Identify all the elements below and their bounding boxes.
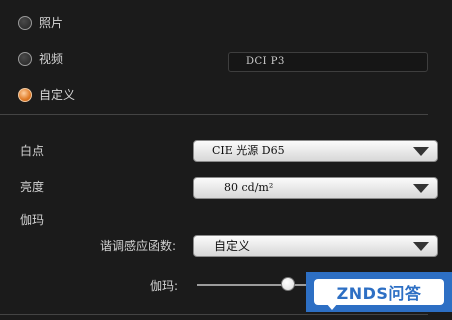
white-point-label: 白点 [20, 144, 45, 158]
chevron-down-icon [413, 184, 429, 193]
radio-button[interactable] [18, 51, 32, 66]
gamma-section-label: 伽玛 [20, 213, 45, 227]
gamma-slider-label: 伽玛: [150, 279, 179, 293]
tone-curve-value: 自定义 [214, 239, 251, 253]
tone-curve-dropdown[interactable]: 自定义 [193, 235, 438, 257]
preset-value-field: DCI P3 [228, 52, 428, 72]
radio-label: 自定义 [39, 88, 76, 102]
section-divider [0, 114, 428, 115]
radio-button[interactable] [18, 15, 32, 30]
speech-bubble-tail-icon [326, 303, 338, 310]
radio-label: 视频 [39, 52, 64, 66]
radio-button-selected[interactable] [18, 87, 32, 102]
brightness-label: 亮度 [20, 180, 45, 194]
display-color-settings-panel: { "color_space": { "options": [ {"label"… [0, 0, 452, 320]
white-point-value: CIE 光源 D65 [212, 144, 285, 157]
radio-option-photo[interactable]: 照片 [18, 14, 63, 31]
chevron-down-icon [413, 242, 429, 251]
white-point-dropdown[interactable]: CIE 光源 D65 [193, 140, 438, 162]
watermark-logo: ZNDS问答 [306, 272, 452, 312]
bottom-divider [0, 314, 428, 315]
radio-option-video[interactable]: 视频 [18, 50, 63, 67]
brightness-dropdown[interactable]: 80 cd/m² [193, 177, 438, 199]
brightness-value: 80 cd/m² [224, 181, 274, 194]
radio-label: 照片 [39, 16, 64, 30]
radio-option-custom[interactable]: 自定义 [18, 86, 75, 103]
watermark-text: ZNDS问答 [314, 279, 444, 305]
tone-curve-label: 谐调感应函数: [100, 239, 177, 253]
gamma-slider-thumb[interactable] [281, 277, 295, 291]
chevron-down-icon [413, 147, 429, 156]
